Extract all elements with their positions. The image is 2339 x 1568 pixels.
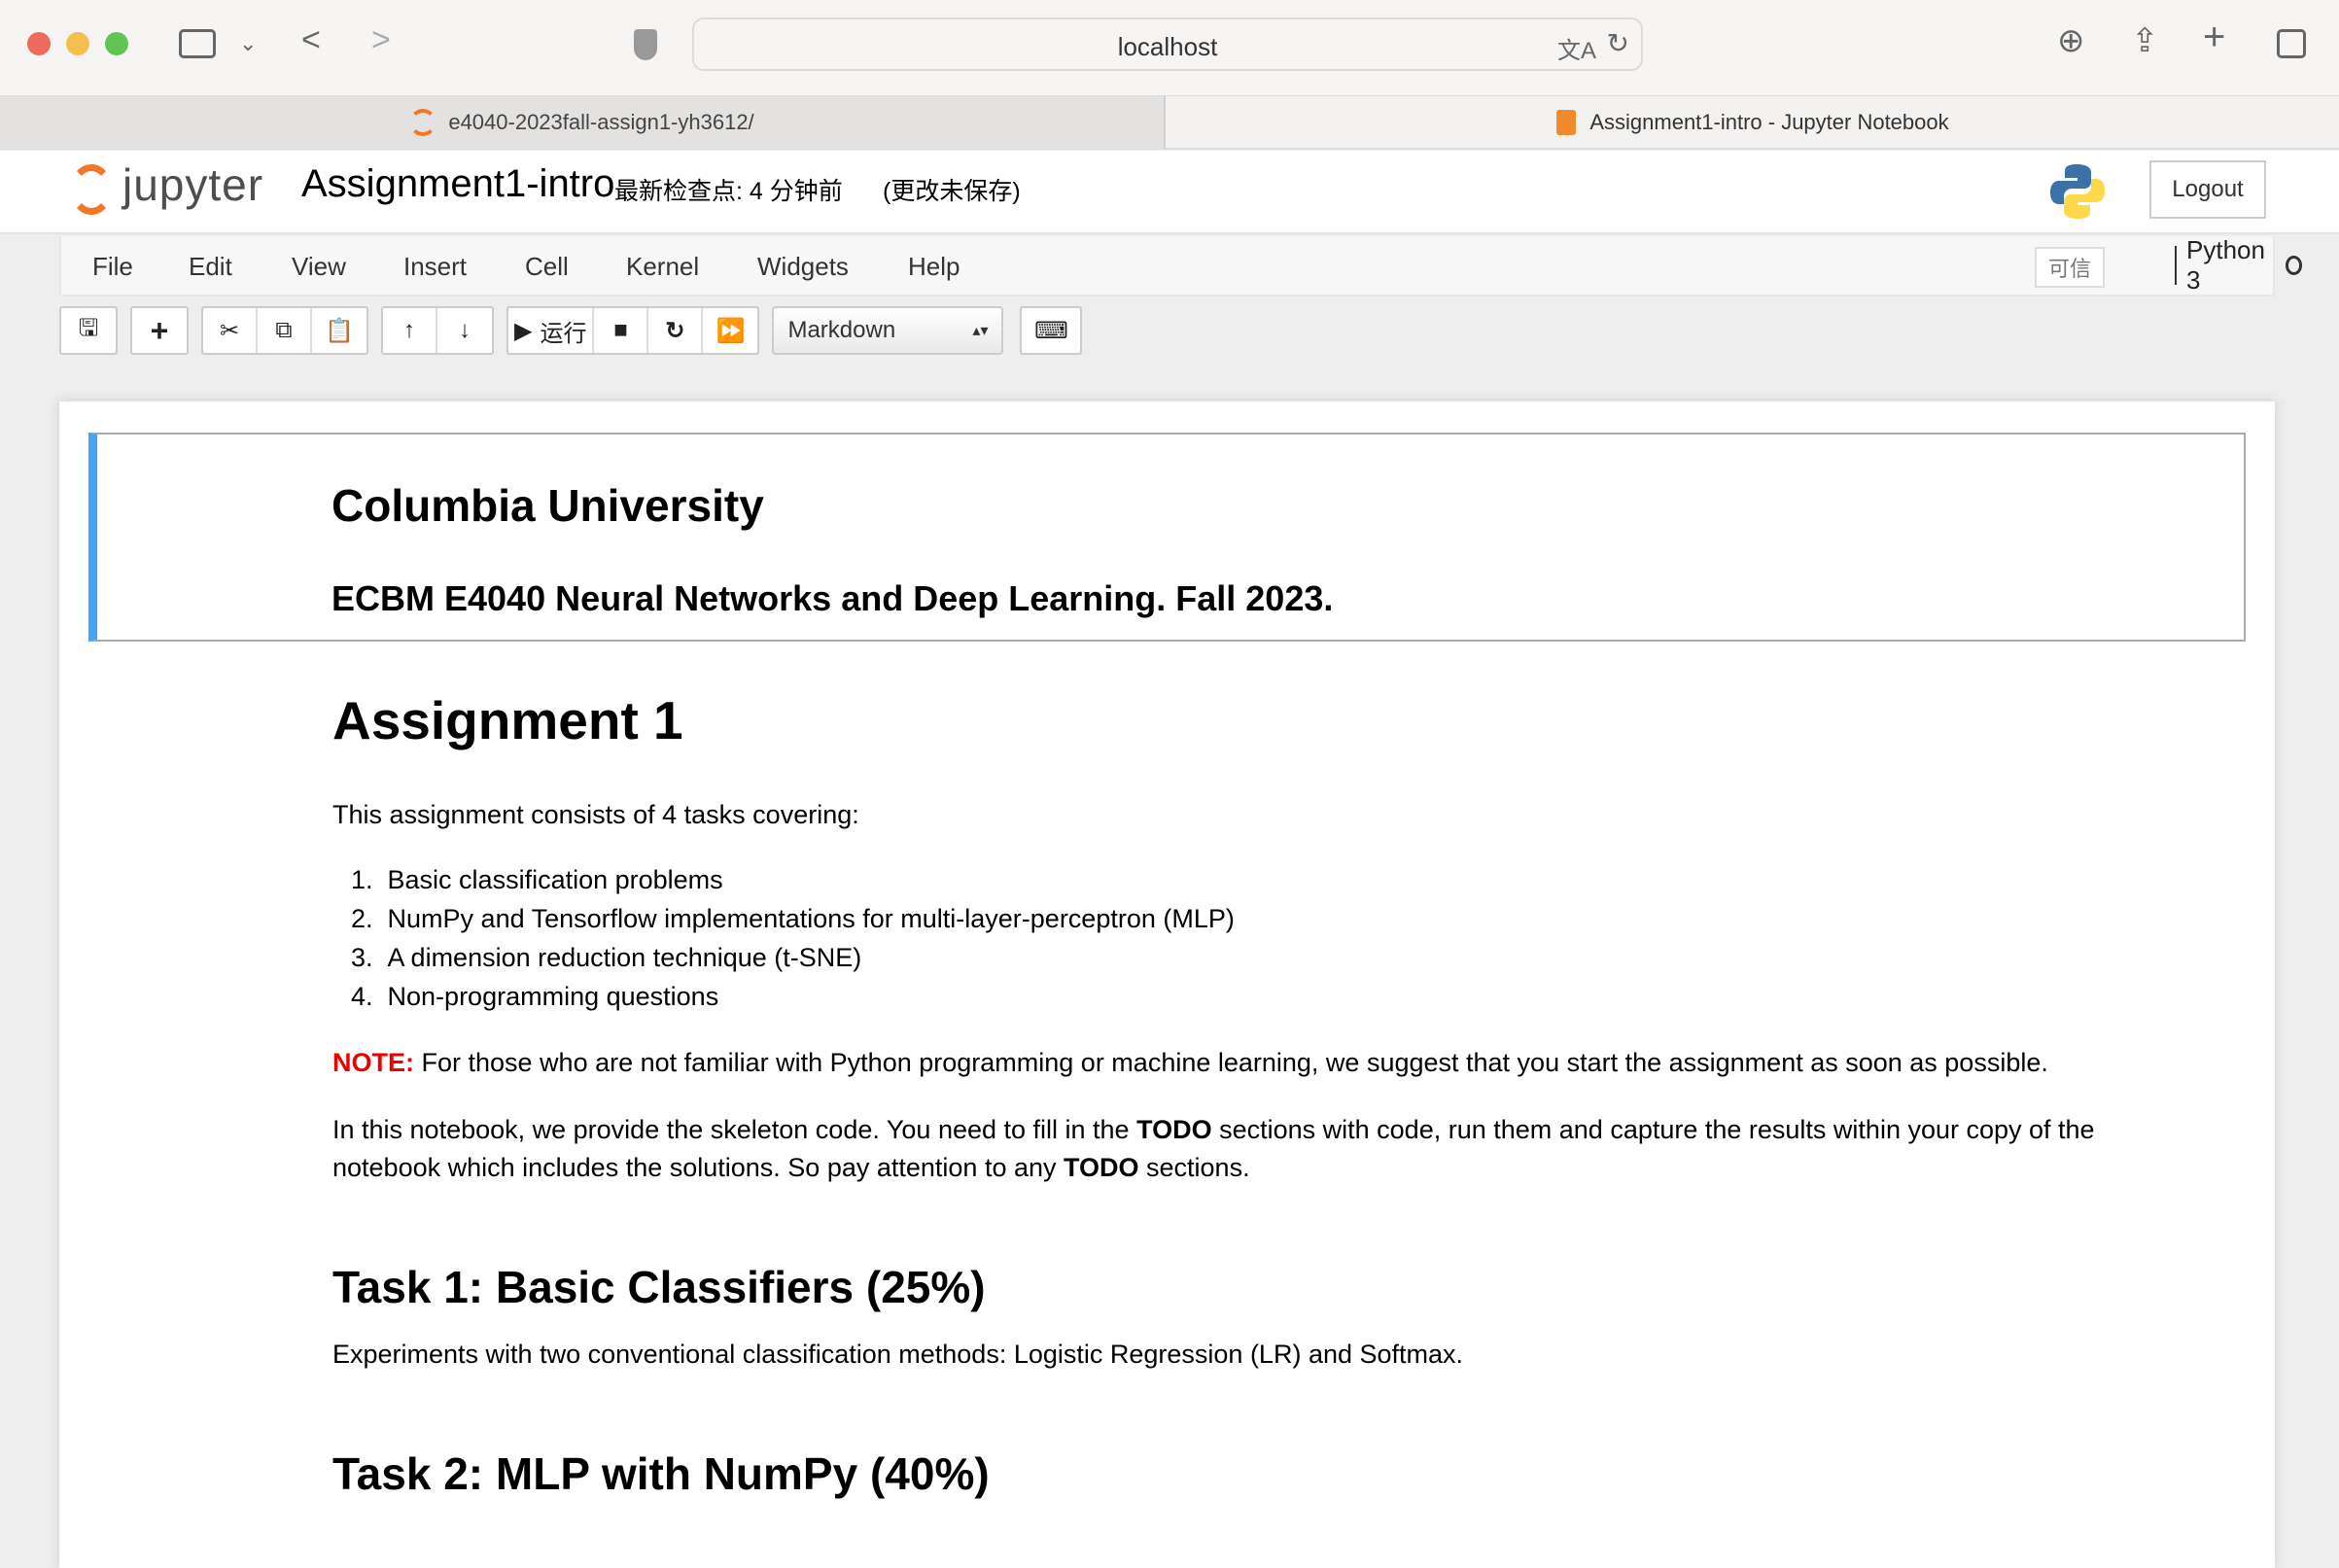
back-icon[interactable]: < bbox=[301, 21, 321, 59]
play-icon: ▶ bbox=[514, 317, 533, 344]
note-paragraph: NOTE: For those who are not familiar wit… bbox=[332, 1048, 2048, 1077]
logout-button[interactable]: Logout bbox=[2149, 160, 2266, 219]
restart-icon[interactable]: ↻ bbox=[648, 308, 704, 353]
cut-icon[interactable]: ✂ bbox=[203, 308, 258, 353]
minimize-window-button[interactable] bbox=[66, 32, 89, 55]
kernel-idle-icon bbox=[2285, 256, 2302, 275]
paste-icon[interactable]: 📋 bbox=[312, 308, 367, 353]
forward-icon[interactable]: > bbox=[371, 21, 391, 59]
menu-view[interactable]: View bbox=[292, 252, 346, 282]
cell-type-value: Markdown bbox=[787, 317, 896, 343]
translate-icon[interactable]: 文A bbox=[1557, 31, 1596, 65]
stop-icon[interactable]: ■ bbox=[594, 308, 649, 353]
menu-bar: File Edit View Insert Cell Kernel Widget… bbox=[59, 235, 2302, 296]
menu-cell[interactable]: Cell bbox=[525, 252, 569, 282]
menu-kernel[interactable]: Kernel bbox=[626, 252, 699, 282]
run-label: 运行 bbox=[540, 320, 587, 347]
reload-icon[interactable]: ↻ bbox=[1607, 27, 1629, 59]
share-icon[interactable]: ⇪ bbox=[2131, 21, 2159, 60]
address-bar[interactable]: localhost 文A ↻ bbox=[692, 17, 1643, 71]
menu-insert[interactable]: Insert bbox=[403, 252, 467, 282]
task1-description: Experiments with two conventional classi… bbox=[332, 1340, 1464, 1369]
list-item: 3. A dimension reduction technique (t-SN… bbox=[351, 943, 862, 972]
copy-icon[interactable]: ⧉ bbox=[258, 308, 312, 353]
close-window-button[interactable] bbox=[27, 32, 51, 55]
jupyter-logo-icon[interactable] bbox=[70, 164, 113, 215]
cell-type-select[interactable]: Markdown ▴▾ bbox=[772, 306, 1004, 355]
tab-label: Assignment1-intro - Jupyter Notebook bbox=[1589, 110, 1949, 134]
checkpoint-status: 最新检查点: 4 分钟前 bbox=[614, 178, 843, 205]
move-down-icon[interactable]: ↓ bbox=[437, 308, 492, 353]
university-heading: Columbia University bbox=[332, 480, 764, 531]
notebook-toolbar: 🖫 + ✂ ⧉ 📋 ↑ ↓ ▶ 运行 ■ ↻ ⏩ Markdown ▴▾ ⌨ bbox=[59, 306, 1083, 355]
select-arrows-icon: ▴▾ bbox=[972, 323, 989, 339]
intro-text: This assignment consists of 4 tasks cove… bbox=[332, 800, 859, 829]
tab-label: e4040-2023fall-assign1-yh3612/ bbox=[448, 110, 754, 134]
course-heading: ECBM E4040 Neural Networks and Deep Lear… bbox=[332, 578, 1334, 618]
tab-overview-icon[interactable] bbox=[2277, 29, 2306, 58]
maximize-window-button[interactable] bbox=[105, 32, 128, 55]
notebook-container: Columbia University ECBM E4040 Neural Ne… bbox=[59, 401, 2275, 1568]
list-item: 2. NumPy and Tensorflow implementations … bbox=[351, 904, 1235, 933]
kernel-indicator[interactable]: Python 3 bbox=[2175, 235, 2302, 295]
move-up-icon[interactable]: ↑ bbox=[383, 308, 437, 353]
browser-toolbar: ⌄ < > localhost 文A ↻ ⊕ ⇪ + bbox=[0, 0, 2339, 95]
autosave-status: (更改未保存) bbox=[883, 178, 1021, 205]
fast-forward-icon[interactable]: ⏩ bbox=[703, 308, 757, 353]
run-button[interactable]: ▶ 运行 bbox=[508, 308, 595, 353]
jupyter-logo-text[interactable]: jupyter bbox=[122, 158, 263, 211]
note-label: NOTE: bbox=[332, 1048, 414, 1077]
jupyter-favicon-icon bbox=[409, 109, 437, 136]
save-icon[interactable]: 🖫 bbox=[61, 308, 116, 353]
menu-widgets[interactable]: Widgets bbox=[757, 252, 849, 282]
tab-bar: e4040-2023fall-assign1-yh3612/ Assignmen… bbox=[0, 95, 2339, 150]
skeleton-paragraph-line2: notebook which includes the solutions. S… bbox=[332, 1153, 1250, 1182]
trusted-indicator[interactable]: 可信 bbox=[2035, 247, 2105, 288]
keyboard-icon[interactable]: ⌨ bbox=[1022, 308, 1080, 353]
kernel-name: Python 3 bbox=[2186, 235, 2265, 295]
tab-tree[interactable]: e4040-2023fall-assign1-yh3612/ bbox=[0, 96, 1166, 149]
menu-help[interactable]: Help bbox=[908, 252, 960, 282]
privacy-shield-icon[interactable] bbox=[634, 29, 657, 60]
notebook-favicon-icon bbox=[1556, 110, 1577, 135]
menu-file[interactable]: File bbox=[92, 252, 133, 282]
notebook-title[interactable]: Assignment1-intro bbox=[301, 162, 614, 206]
list-item: 4. Non-programming questions bbox=[351, 982, 719, 1011]
sidebar-toggle-icon[interactable] bbox=[179, 29, 216, 58]
menu-edit[interactable]: Edit bbox=[189, 252, 232, 282]
new-tab-icon[interactable]: + bbox=[2203, 16, 2225, 59]
chevron-down-icon[interactable]: ⌄ bbox=[239, 31, 257, 56]
assignment-title: Assignment 1 bbox=[332, 690, 683, 750]
skeleton-paragraph: In this notebook, we provide the skeleto… bbox=[332, 1115, 2095, 1144]
notebook-header: jupyter Assignment1-intro 最新检查点: 4 分钟前 (… bbox=[0, 151, 2339, 234]
download-icon[interactable]: ⊕ bbox=[2057, 21, 2085, 60]
task1-heading: Task 1: Basic Classifiers (25%) bbox=[332, 1262, 986, 1312]
tab-notebook[interactable]: Assignment1-intro - Jupyter Notebook bbox=[1167, 96, 2339, 149]
task2-heading: Task 2: MLP with NumPy (40%) bbox=[332, 1448, 990, 1499]
url-text: localhost bbox=[1117, 32, 1218, 61]
list-item: 1. Basic classification problems bbox=[351, 865, 723, 894]
insert-cell-icon[interactable]: + bbox=[132, 308, 187, 353]
python-logo-icon bbox=[2050, 164, 2105, 219]
markdown-cell-selected[interactable]: Columbia University ECBM E4040 Neural Ne… bbox=[88, 433, 2246, 642]
